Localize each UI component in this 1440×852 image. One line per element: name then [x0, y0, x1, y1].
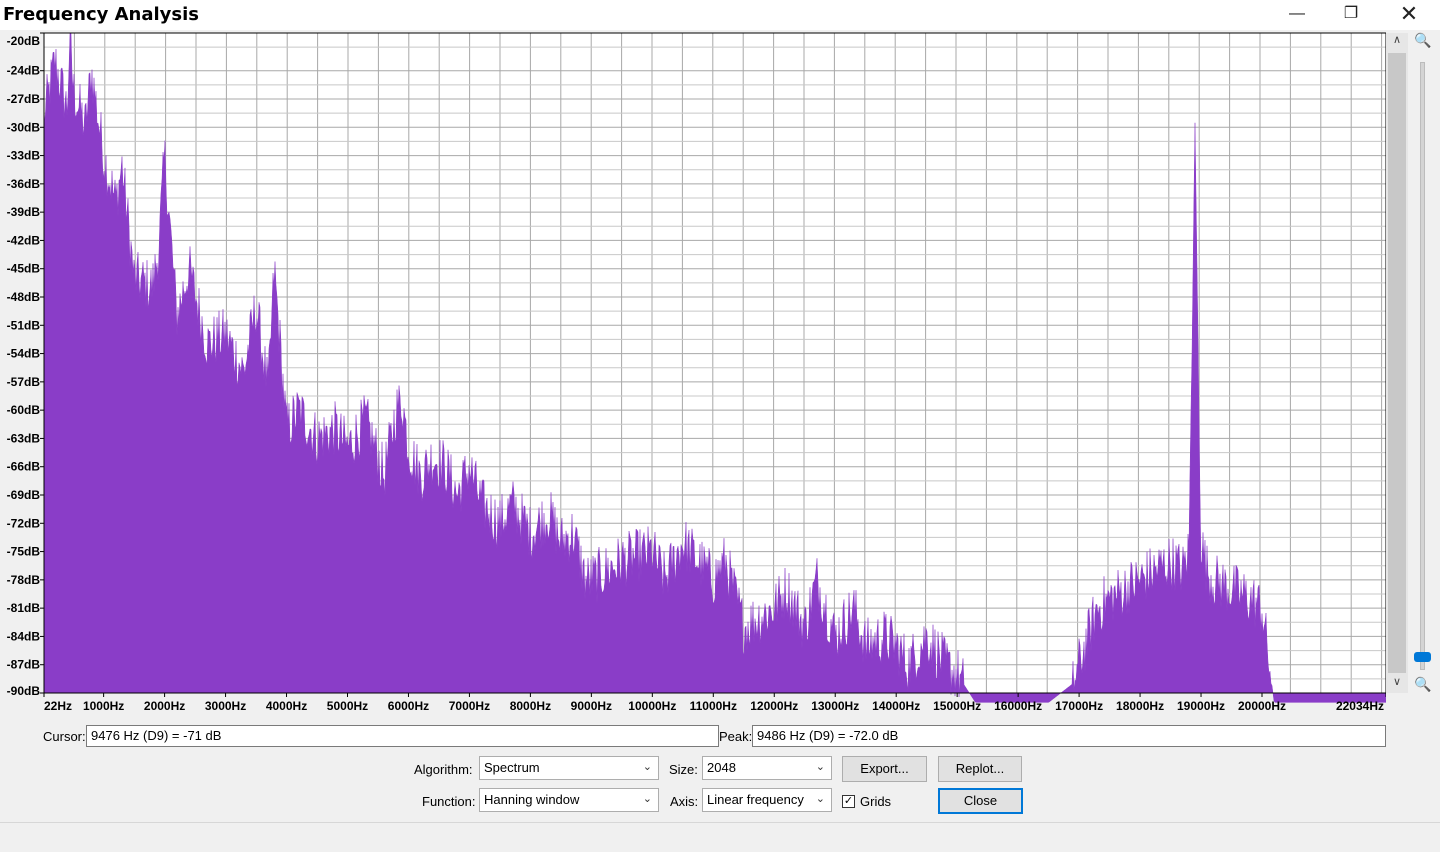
x-tick-label: 3000Hz [205, 699, 246, 713]
zoom-slider-track[interactable] [1420, 62, 1425, 670]
function-select[interactable]: Hanning window ⌄ [479, 788, 659, 812]
y-tick-label: -57dB [7, 375, 41, 389]
y-tick-label: -81dB [7, 601, 41, 615]
x-tick-label: 19000Hz [1177, 699, 1225, 713]
axis-select[interactable]: Linear frequency ⌄ [702, 788, 832, 812]
scroll-up-icon[interactable]: ∧ [1386, 33, 1408, 51]
y-tick-label: -20dB [7, 34, 41, 48]
y-tick-label: -54dB [7, 347, 41, 361]
x-tick-label: 1000Hz [83, 699, 124, 713]
zoom-slider-handle[interactable] [1414, 652, 1431, 662]
peak-field[interactable]: 9486 Hz (D9) = -72.0 dB [752, 725, 1386, 747]
y-tick-label: -24dB [7, 64, 41, 78]
axis-value: Linear frequency [707, 792, 804, 807]
x-tick-label: 10000Hz [628, 699, 676, 713]
y-tick-label: -66dB [7, 460, 41, 474]
cursor-label: Cursor: [43, 729, 86, 744]
y-tick-label: -87dB [7, 658, 41, 672]
zoom-out-icon[interactable]: 🔍 [1413, 676, 1433, 694]
vertical-scrollbar[interactable]: ∧ ∨ [1386, 33, 1408, 693]
size-value: 2048 [707, 760, 736, 775]
x-tick-label: 4000Hz [266, 699, 307, 713]
x-tick-label: 13000Hz [811, 699, 859, 713]
x-tick-label: 16000Hz [994, 699, 1042, 713]
grids-label: Grids [860, 794, 892, 809]
close-window-button[interactable]: ✕ [1386, 0, 1432, 30]
x-tick-label: 14000Hz [872, 699, 920, 713]
minimize-button[interactable]: — [1274, 0, 1320, 30]
algorithm-label: Algorithm: [414, 762, 473, 777]
scroll-down-icon[interactable]: ∨ [1386, 675, 1408, 693]
y-tick-label: -42dB [7, 233, 41, 247]
y-tick-label: -36dB [7, 177, 41, 191]
y-tick-label: -45dB [7, 262, 41, 276]
y-tick-label: -27dB [7, 92, 41, 106]
x-tick-label: 6000Hz [388, 699, 429, 713]
chevron-down-icon: ⌄ [642, 761, 652, 773]
y-tick-label: -84dB [7, 629, 41, 643]
algorithm-value: Spectrum [484, 760, 540, 775]
x-tick-label: 2000Hz [144, 699, 185, 713]
cursor-field[interactable]: 9476 Hz (D9) = -71 dB [86, 725, 719, 747]
grids-checkbox[interactable]: ✓ [842, 795, 855, 808]
y-tick-label: -69dB [7, 488, 41, 502]
x-tick-label: 7000Hz [449, 699, 490, 713]
y-tick-label: -48dB [7, 290, 41, 304]
x-tick-label: 12000Hz [750, 699, 798, 713]
algorithm-select[interactable]: Spectrum ⌄ [479, 756, 659, 780]
x-tick-label: 22034Hz [1336, 699, 1384, 713]
x-tick-label: 22Hz [44, 699, 72, 713]
axis-label: Axis: [670, 794, 699, 809]
size-label: Size: [669, 762, 698, 777]
x-tick-label: 15000Hz [933, 699, 981, 713]
close-button[interactable]: Close [938, 788, 1023, 814]
y-tick-label: -72dB [7, 516, 41, 530]
maximize-button[interactable]: ❐ [1328, 0, 1374, 30]
title-bar: Frequency Analysis — ❐ ✕ [0, 0, 1440, 30]
x-tick-label: 11000Hz [690, 699, 737, 713]
chevron-down-icon: ⌄ [815, 761, 825, 773]
y-tick-label: -51dB [7, 318, 41, 332]
peak-label: Peak: [719, 729, 753, 744]
y-tick-label: -90dB [7, 684, 41, 698]
x-tick-label: 8000Hz [510, 699, 551, 713]
x-tick-label: 5000Hz [327, 699, 368, 713]
y-tick-label: -78dB [7, 573, 41, 587]
window-title: Frequency Analysis [3, 4, 200, 25]
chevron-down-icon: ⌄ [815, 793, 825, 805]
replot-button[interactable]: Replot... [938, 756, 1022, 782]
chevron-down-icon: ⌄ [642, 793, 652, 805]
x-tick-label: 20000Hz [1238, 699, 1286, 713]
y-tick-label: -63dB [7, 431, 41, 445]
y-tick-label: -39dB [7, 205, 41, 219]
spectrum-plot[interactable]: -20dB -24dB -27dB -30dB -33dB -36dB -39dB -42dB… [0, 30, 1386, 720]
y-tick-label: -75dB [7, 545, 41, 559]
x-tick-label: 18000Hz [1116, 699, 1164, 713]
zoom-in-icon[interactable]: 🔍 [1413, 32, 1433, 50]
function-value: Hanning window [484, 792, 580, 807]
export-button[interactable]: Export... [842, 756, 927, 782]
y-tick-label: -30dB [7, 120, 41, 134]
scroll-thumb[interactable] [1388, 53, 1406, 673]
function-label: Function: [422, 794, 476, 809]
x-tick-label: 9000Hz [571, 699, 612, 713]
y-tick-label: -60dB [7, 403, 41, 417]
x-tick-label: 17000Hz [1055, 699, 1103, 713]
y-tick-label: -33dB [7, 149, 41, 163]
size-select[interactable]: 2048 ⌄ [702, 756, 832, 780]
status-bar [0, 822, 1440, 852]
